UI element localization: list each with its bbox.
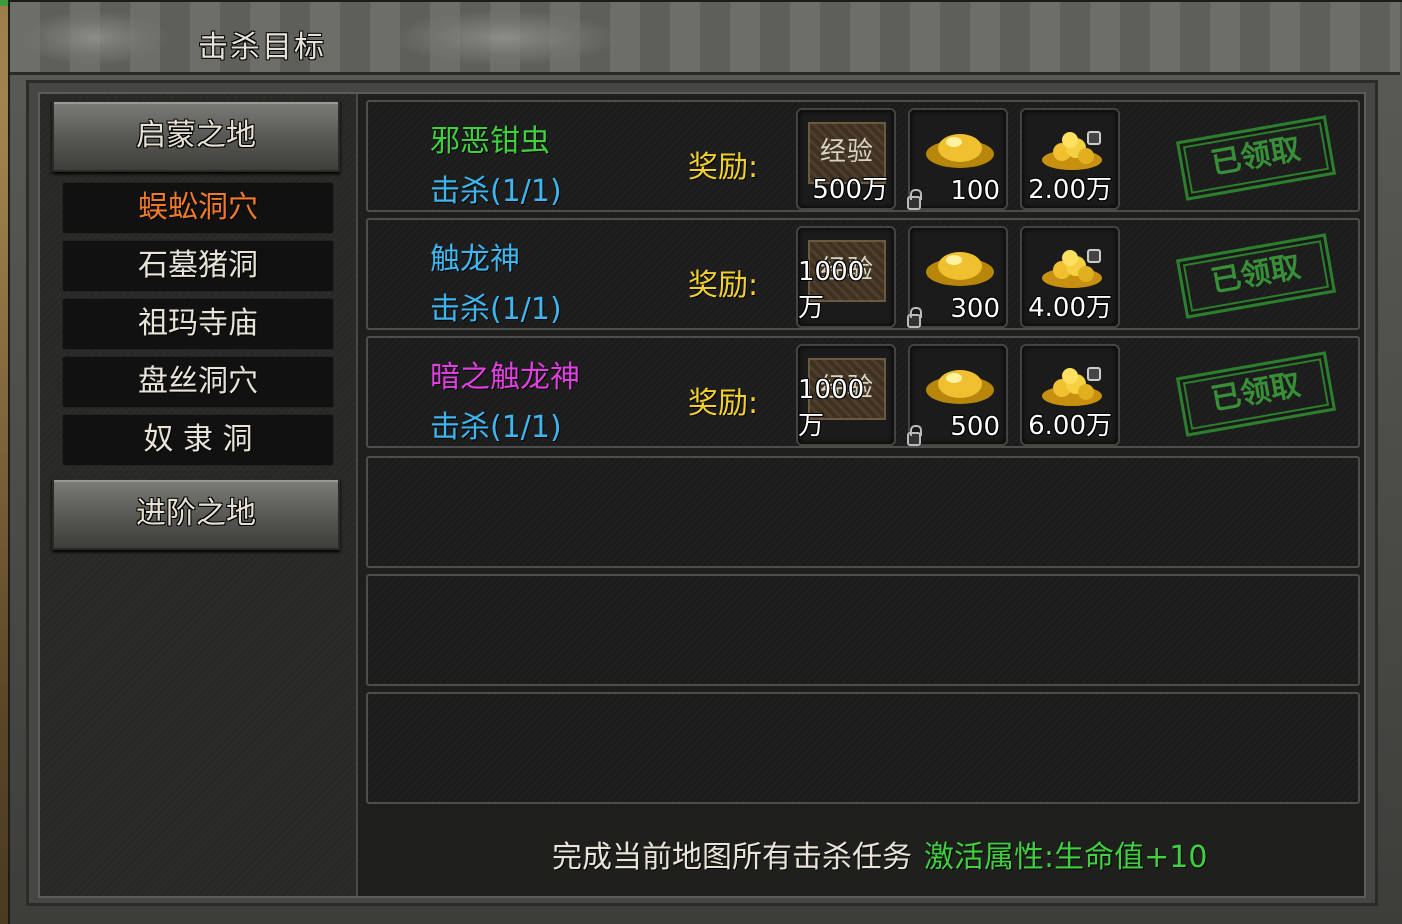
monster-name: 触龙神 bbox=[430, 242, 520, 277]
map-item-centipede-cave[interactable]: 蜈蚣洞穴 bbox=[62, 182, 334, 234]
reward-slot-coins[interactable]: 6.00万 bbox=[1020, 344, 1120, 446]
gold-ingot-icon bbox=[926, 252, 994, 286]
footer-attr-label: 激活属性: bbox=[924, 840, 1055, 875]
reward-quantity: 1000万 bbox=[798, 375, 865, 441]
empty-row bbox=[366, 692, 1360, 804]
kill-progress: 击杀(1/1) bbox=[430, 410, 562, 445]
monster-name: 邪恶钳虫 bbox=[430, 124, 550, 159]
reward-slot-exp[interactable]: 经验 1000万 bbox=[796, 344, 896, 446]
completion-reward-text: 完成当前地图所有击杀任务 激活属性:生命值+10 bbox=[552, 832, 1207, 876]
reward-quantity: 1000万 bbox=[798, 257, 865, 323]
map-item-zuma-temple[interactable]: 祖玛寺庙 bbox=[62, 298, 334, 350]
map-item-spider-cave[interactable]: 盘丝洞穴 bbox=[62, 356, 334, 408]
reward-quantity: 6.00万 bbox=[1028, 411, 1112, 441]
empty-row bbox=[366, 574, 1360, 686]
reward-label: 奖励: bbox=[688, 386, 759, 421]
reward-quantity: 100 bbox=[950, 176, 1000, 206]
kill-progress: 击杀(1/1) bbox=[430, 292, 562, 327]
reward-slot-coins[interactable]: 4.00万 bbox=[1020, 226, 1120, 328]
empty-row bbox=[366, 456, 1360, 568]
reward-quantity: 300 bbox=[950, 294, 1000, 324]
reward-slot-exp[interactable]: 经验 1000万 bbox=[796, 226, 896, 328]
kill-progress: 击杀(1/1) bbox=[430, 174, 562, 209]
category-button-jinjie[interactable]: 进阶之地 bbox=[52, 478, 340, 550]
reward-label: 奖励: bbox=[688, 268, 759, 303]
reward-slot-coins[interactable]: 2.00万 bbox=[1020, 108, 1120, 210]
lock-icon bbox=[907, 189, 922, 210]
reward-quantity: 500 bbox=[950, 412, 1000, 442]
reward-quantity: 500万 bbox=[812, 175, 888, 205]
reward-slot-ingot[interactable]: 500 bbox=[908, 344, 1008, 446]
lock-icon bbox=[907, 425, 922, 446]
window-title: 击杀目标 bbox=[198, 30, 326, 65]
footer-description: 完成当前地图所有击杀任务 bbox=[552, 840, 912, 875]
monster-name: 暗之触龙神 bbox=[430, 360, 580, 395]
reward-slot-ingot[interactable]: 300 bbox=[908, 226, 1008, 328]
footer-attr-value: 生命值+10 bbox=[1054, 840, 1208, 875]
reward-slot-exp[interactable]: 经验 500万 bbox=[796, 108, 896, 210]
map-item-stone-tomb[interactable]: 石墓猪洞 bbox=[62, 240, 334, 292]
reward-quantity: 4.00万 bbox=[1028, 293, 1112, 323]
dragon-ornament-icon bbox=[20, 10, 170, 66]
gold-ingot-icon bbox=[926, 370, 994, 404]
map-item-slave-cave[interactable]: 奴 隶 洞 bbox=[62, 414, 334, 466]
lock-icon bbox=[907, 307, 922, 328]
reward-quantity: 2.00万 bbox=[1028, 175, 1112, 205]
dragon-ornament-icon bbox=[390, 10, 620, 66]
reward-slot-ingot[interactable]: 100 bbox=[908, 108, 1008, 210]
gold-ingot-icon bbox=[926, 134, 994, 168]
category-button-qimeng[interactable]: 启蒙之地 bbox=[52, 100, 340, 172]
reward-label: 奖励: bbox=[688, 150, 759, 185]
